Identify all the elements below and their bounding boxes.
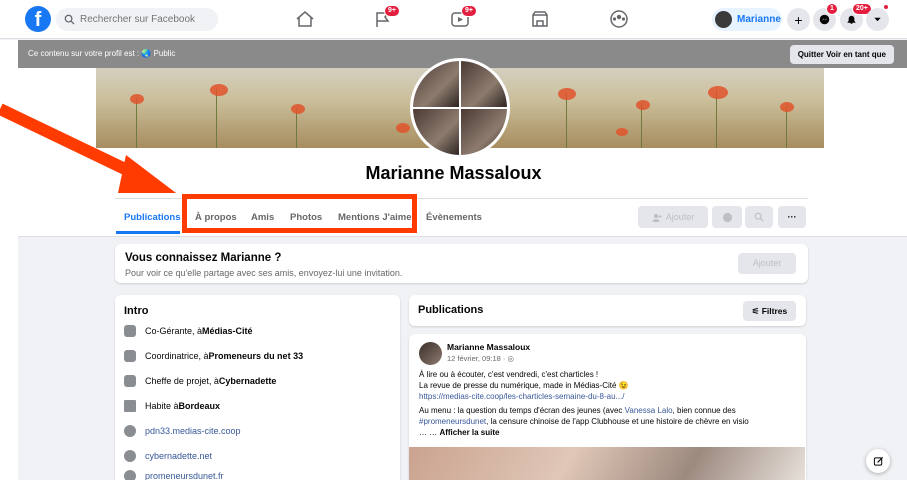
post-line: La revue de presse du numérique, made in… — [419, 381, 629, 390]
publications-header-card: Publications ⚟ Filtres — [409, 295, 806, 326]
account-menu-chevron-icon[interactable] — [866, 8, 889, 31]
avatar[interactable] — [419, 342, 442, 365]
website-link[interactable]: cybernadette.net — [145, 451, 212, 461]
post-link[interactable]: https://medias-cite.coop/les-charticles-… — [419, 392, 804, 403]
search-icon — [754, 212, 764, 222]
intro-item-strong[interactable]: Cybernadette — [219, 376, 277, 386]
briefcase-icon — [124, 325, 136, 337]
intro-item-work: Cheffe de projet, à Cybernadette — [124, 375, 276, 387]
message-button[interactable] — [712, 206, 742, 228]
post-text-segment: Au menu : la question du temps d'écran d… — [419, 406, 625, 415]
home-icon[interactable] — [294, 9, 316, 29]
globe-icon — [124, 450, 136, 462]
left-edge — [0, 40, 18, 480]
website-link[interactable]: pdn33.medias-cite.coop — [145, 426, 241, 436]
new-message-edit-icon[interactable] — [866, 449, 890, 473]
messenger-icon — [722, 212, 732, 222]
post-card: Marianne Massaloux 12 février, 09:18 · ◎… — [409, 334, 806, 480]
post-timestamp[interactable]: 12 février, 09:18 · ◎ — [447, 354, 514, 363]
search-box[interactable] — [56, 8, 218, 31]
post-paragraph: … … Afficher la suite — [419, 428, 804, 439]
intro-item-strong[interactable]: Bordeaux — [179, 401, 221, 411]
intro-item-website: cybernadette.net — [124, 450, 212, 462]
view-as-text: Ce contenu sur votre profil est : 🌏 Publ… — [28, 49, 176, 58]
intro-title: Intro — [124, 305, 149, 317]
globe-icon — [124, 470, 136, 480]
post-line: À lire ou à écouter, c'est vendredi, c'e… — [419, 370, 599, 379]
search-profile-button[interactable] — [745, 206, 773, 228]
post-text-segment: … … — [419, 428, 440, 437]
search-icon — [64, 14, 75, 25]
intro-item-work: Coordinatrice, à Promeneurs du net 33 — [124, 350, 303, 362]
globe-icon — [124, 425, 136, 437]
intro-card: Intro Co-Gérante, à Médias-Cité Coordina… — [115, 295, 400, 480]
add-friend-icon — [652, 213, 662, 222]
tab-events[interactable]: Évènements — [426, 212, 482, 223]
intro-item-text: Co-Gérante, à — [145, 326, 203, 336]
friend-suggestion-subtitle: Pour voir ce qu'elle partage avec ses am… — [125, 268, 403, 278]
search-input[interactable] — [80, 14, 210, 25]
profile-name: Marianne Massaloux — [365, 163, 542, 183]
post-paragraph: #promeneursdunet, la censure chinoise de… — [419, 417, 804, 428]
groups-icon[interactable] — [608, 9, 630, 29]
filters-label: Filtres — [761, 306, 788, 316]
post-text-segment: , la censure chinoise de l'app Clubhouse… — [486, 417, 749, 426]
avatar — [715, 11, 732, 28]
post-date-text: 12 février, 09:18 · — [447, 354, 508, 363]
filters-button[interactable]: ⚟ Filtres — [743, 301, 796, 321]
intro-item-website: promeneursdunet.fr — [124, 470, 224, 480]
post-paragraph: Au menu : la question du temps d'écran d… — [419, 406, 804, 417]
top-navigation: f 9+ 9+ Marianne + 1 20+ — [0, 0, 907, 39]
intro-item-strong[interactable]: Médias-Cité — [202, 326, 253, 336]
create-plus-icon[interactable]: + — [787, 8, 810, 31]
filters-icon: ⚟ — [751, 306, 762, 316]
profile-picture[interactable] — [410, 58, 510, 158]
post-author[interactable]: Marianne Massaloux — [447, 342, 530, 352]
bell-glyph-icon — [847, 15, 856, 24]
add-friend-label: Ajouter — [665, 212, 695, 222]
groups-badge: 9+ — [384, 5, 400, 17]
watch-badge: 9+ — [461, 5, 477, 17]
account-dot-badge — [883, 4, 889, 10]
chevron-down-icon — [874, 17, 881, 22]
profile-shortcut[interactable]: Marianne — [712, 8, 782, 31]
home-icon — [124, 400, 136, 412]
globe-icon: ◎ — [507, 354, 514, 363]
profile-shortcut-name: Marianne — [737, 14, 781, 25]
mention-link[interactable]: Vanessa Lalo — [625, 406, 673, 415]
briefcase-icon — [124, 350, 136, 362]
briefcase-icon — [124, 375, 136, 387]
friend-suggestion-title: Vous connaissez Marianne ? — [125, 252, 282, 264]
intro-item-text: Coordinatrice, à — [145, 351, 209, 361]
post-image[interactable] — [409, 447, 805, 480]
tab-publications[interactable]: Publications — [124, 212, 180, 223]
quit-view-as-button[interactable]: Quitter Voir en tant que — [789, 45, 894, 64]
edit-icon — [873, 456, 883, 466]
see-more-link[interactable]: Afficher la suite — [439, 428, 499, 437]
post-text-segment: , bien connue des — [672, 406, 736, 415]
highlight-rectangle — [182, 194, 417, 233]
website-link[interactable]: promeneursdunet.fr — [145, 471, 224, 480]
intro-item-text: Cheffe de projet, à — [145, 376, 219, 386]
facebook-logo-icon[interactable]: f — [25, 6, 51, 32]
marketplace-icon[interactable] — [529, 9, 551, 29]
add-friend-card-label: Ajouter — [752, 258, 782, 268]
intro-item-home: Habite à Bordeaux — [124, 400, 220, 412]
active-tab-indicator — [116, 231, 180, 234]
more-options-button[interactable]: ··· — [778, 206, 806, 228]
header-bottom-border — [18, 236, 907, 237]
friend-suggestion-card: Vous connaissez Marianne ? Pour voir ce … — [115, 244, 808, 283]
add-friend-card-button[interactable]: Ajouter — [738, 253, 796, 274]
publications-title: Publications — [418, 304, 484, 316]
intro-item-strong[interactable]: Promeneurs du net 33 — [209, 351, 304, 361]
add-friend-button[interactable]: Ajouter — [638, 206, 708, 228]
messenger-glyph-icon — [819, 14, 830, 25]
intro-item-website: pdn33.medias-cite.coop — [124, 425, 241, 437]
hashtag-link[interactable]: #promeneursdunet — [419, 417, 486, 426]
intro-item-work: Co-Gérante, à Médias-Cité — [124, 325, 253, 337]
intro-item-text: Habite à — [145, 401, 179, 411]
messenger-badge: 1 — [826, 3, 838, 15]
